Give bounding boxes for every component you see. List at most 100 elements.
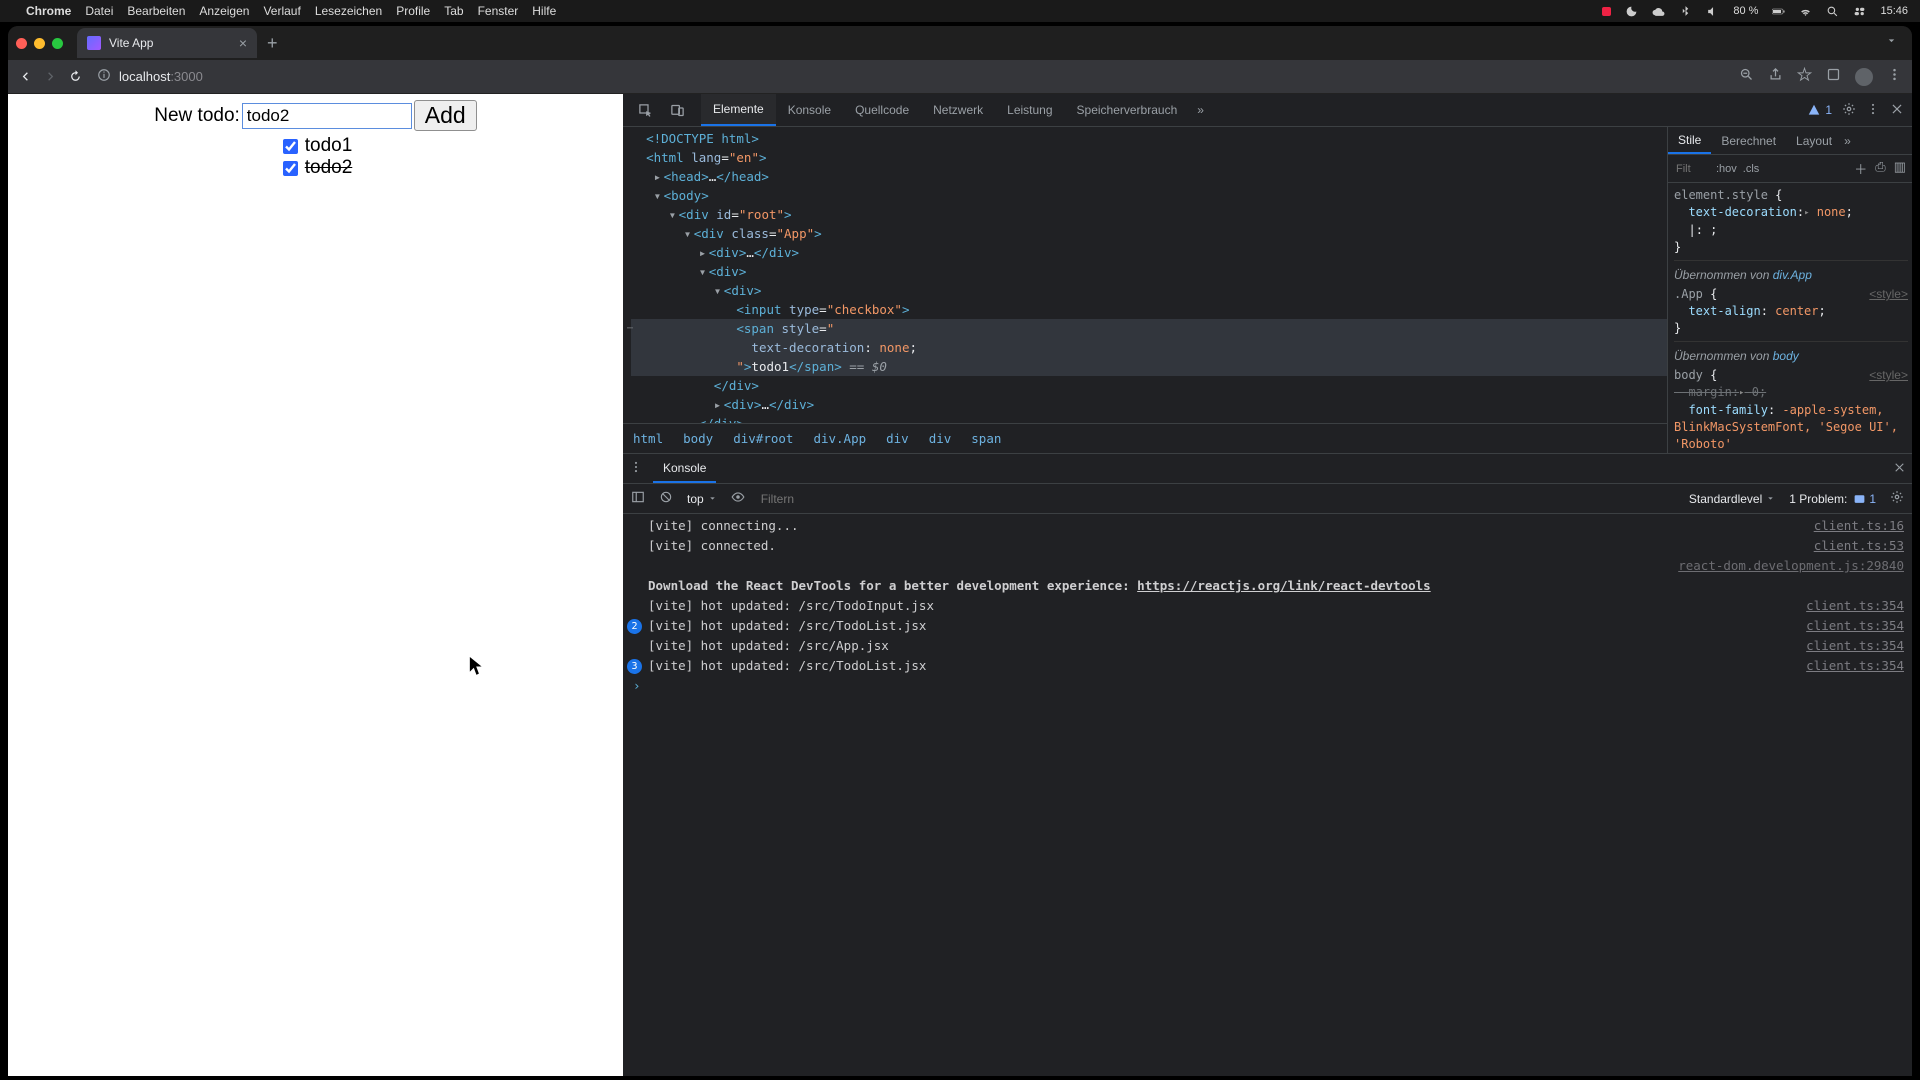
vite-favicon-icon [87,36,101,50]
tabs-overflow-icon[interactable]: » [1197,103,1204,117]
minimize-window-button[interactable] [34,38,45,49]
computed-panel-icon[interactable]: ▥ [1894,159,1906,178]
new-todo-input[interactable] [242,103,412,129]
todo-item: todo2 [8,157,623,179]
todo-checkbox[interactable] [283,161,298,176]
console-drawer: Konsole top Standardlevel 1 Problem: 1 [623,454,1912,1076]
tab-speicher[interactable]: Speicherverbrauch [1065,94,1190,126]
console-filter-input[interactable] [759,491,1675,507]
tab-title: Vite App [109,36,153,50]
live-expression-icon[interactable] [731,490,745,507]
reload-button[interactable] [68,69,83,84]
tab-layout[interactable]: Layout [1786,127,1842,154]
address-bar[interactable]: localhost:3000 [97,68,203,85]
new-todo-label: New todo: [154,105,240,127]
new-tab-button[interactable]: + [267,33,278,54]
browser-toolbar: localhost:3000 [8,60,1912,94]
bluetooth-icon[interactable] [1679,5,1692,18]
drawer-tabs: Konsole [623,454,1912,484]
tab-overflow-button[interactable] [1885,34,1898,52]
todo-label: todo2 [305,157,353,179]
add-button[interactable]: Add [414,100,477,131]
volume-icon[interactable] [1706,5,1719,18]
search-icon[interactable] [1826,5,1839,18]
browser-tab[interactable]: Vite App × [77,28,257,58]
tab-stile[interactable]: Stile [1668,127,1711,154]
tab-close-button[interactable]: × [239,35,247,51]
hov-toggle[interactable]: :hov [1716,163,1737,175]
menu-verlauf[interactable]: Verlauf [263,4,300,18]
bookmark-icon[interactable] [1797,67,1812,87]
execution-context[interactable]: top [687,492,717,506]
profile-avatar[interactable] [1855,68,1873,86]
menu-bearbeiten[interactable]: Bearbeiten [127,4,185,18]
zoom-icon[interactable] [1739,67,1754,87]
tab-quellcode[interactable]: Quellcode [843,94,921,126]
todo-checkbox[interactable] [283,139,298,154]
content-area: New todo: Add todo1 todo2 [8,94,1912,1076]
wifi-icon[interactable] [1799,5,1812,18]
print-icon[interactable]: ⎙ [1875,159,1885,178]
elements-panel: <!DOCTYPE html> <html lang="en"> ▸<head>… [623,127,1667,453]
share-icon[interactable] [1768,67,1783,87]
drawer-more-icon[interactable] [629,460,643,477]
log-level-select[interactable]: Standardlevel [1689,492,1775,506]
macos-menubar: Chrome Datei Bearbeiten Anzeigen Verlauf… [0,0,1920,22]
battery-percent: 80 % [1733,5,1758,17]
tab-leistung[interactable]: Leistung [995,94,1064,126]
close-window-button[interactable] [16,38,27,49]
back-button[interactable] [18,69,33,84]
site-info-icon[interactable] [97,68,111,85]
tab-berechnet[interactable]: Berechnet [1711,127,1786,154]
cloud-icon[interactable] [1652,5,1665,18]
dom-tree[interactable]: <!DOCTYPE html> <html lang="en"> ▸<head>… [623,127,1667,423]
styles-tabs-overflow[interactable]: » [1844,134,1851,148]
tab-elemente[interactable]: Elemente [701,94,776,126]
close-devtools-icon[interactable] [1890,102,1904,119]
styles-sidebar: Stile Berechnet Layout » :hov .cls ＋ ⎙ ▥ [1667,127,1912,453]
styles-toolbar: :hov .cls ＋ ⎙ ▥ [1668,155,1912,183]
console-output[interactable]: [vite] connecting...client.ts:16 [vite] … [623,514,1912,1076]
menubar-clock[interactable]: 15:46 [1880,5,1908,17]
drawer-tab-konsole[interactable]: Konsole [653,454,716,483]
menubar-status: 80 % 15:46 [1602,5,1908,18]
styles-body[interactable]: element.style { text-decoration: ▸ none;… [1668,183,1912,451]
url-port: :3000 [170,69,203,84]
cls-toggle[interactable]: .cls [1743,163,1760,175]
menubar-app[interactable]: Chrome [26,4,71,18]
menu-button[interactable] [1887,67,1902,87]
menu-lesezeichen[interactable]: Lesezeichen [315,4,382,18]
problems-indicator[interactable]: 1 Problem: 1 [1789,492,1876,506]
tab-netzwerk[interactable]: Netzwerk [921,94,995,126]
menu-fenster[interactable]: Fenster [478,4,519,18]
drawer-close-icon[interactable] [1893,461,1906,477]
forward-button [43,69,58,84]
window-controls[interactable] [16,38,63,49]
tab-strip: Vite App × + [8,26,1912,60]
new-style-rule-icon[interactable]: ＋ [1854,159,1867,178]
menu-tab[interactable]: Tab [444,4,463,18]
console-settings-icon[interactable] [1890,490,1904,507]
moon-icon[interactable] [1625,5,1638,18]
extensions-icon[interactable] [1826,67,1841,87]
settings-icon[interactable] [1842,102,1856,119]
console-prompt[interactable]: › [627,676,1904,693]
menu-hilfe[interactable]: Hilfe [532,4,556,18]
device-toolbar-icon[interactable] [663,97,691,123]
menu-profile[interactable]: Profile [396,4,430,18]
todo-item: todo1 [8,135,623,157]
maximize-window-button[interactable] [52,38,63,49]
dom-breadcrumb[interactable]: html body div#root div.App div div span [623,423,1667,453]
console-sidebar-toggle-icon[interactable] [631,490,645,507]
menu-datei[interactable]: Datei [85,4,113,18]
chrome-window: Vite App × + localhost:3000 New t [8,26,1912,1076]
styles-filter-input[interactable] [1674,162,1710,176]
more-icon[interactable] [1866,102,1880,119]
control-center-icon[interactable] [1853,5,1866,18]
issues-button[interactable]: 1 [1807,103,1832,117]
menu-anzeigen[interactable]: Anzeigen [199,4,249,18]
clear-console-icon[interactable] [659,490,673,507]
inspect-element-icon[interactable] [631,97,659,123]
tab-konsole[interactable]: Konsole [776,94,843,126]
battery-icon [1772,5,1785,18]
